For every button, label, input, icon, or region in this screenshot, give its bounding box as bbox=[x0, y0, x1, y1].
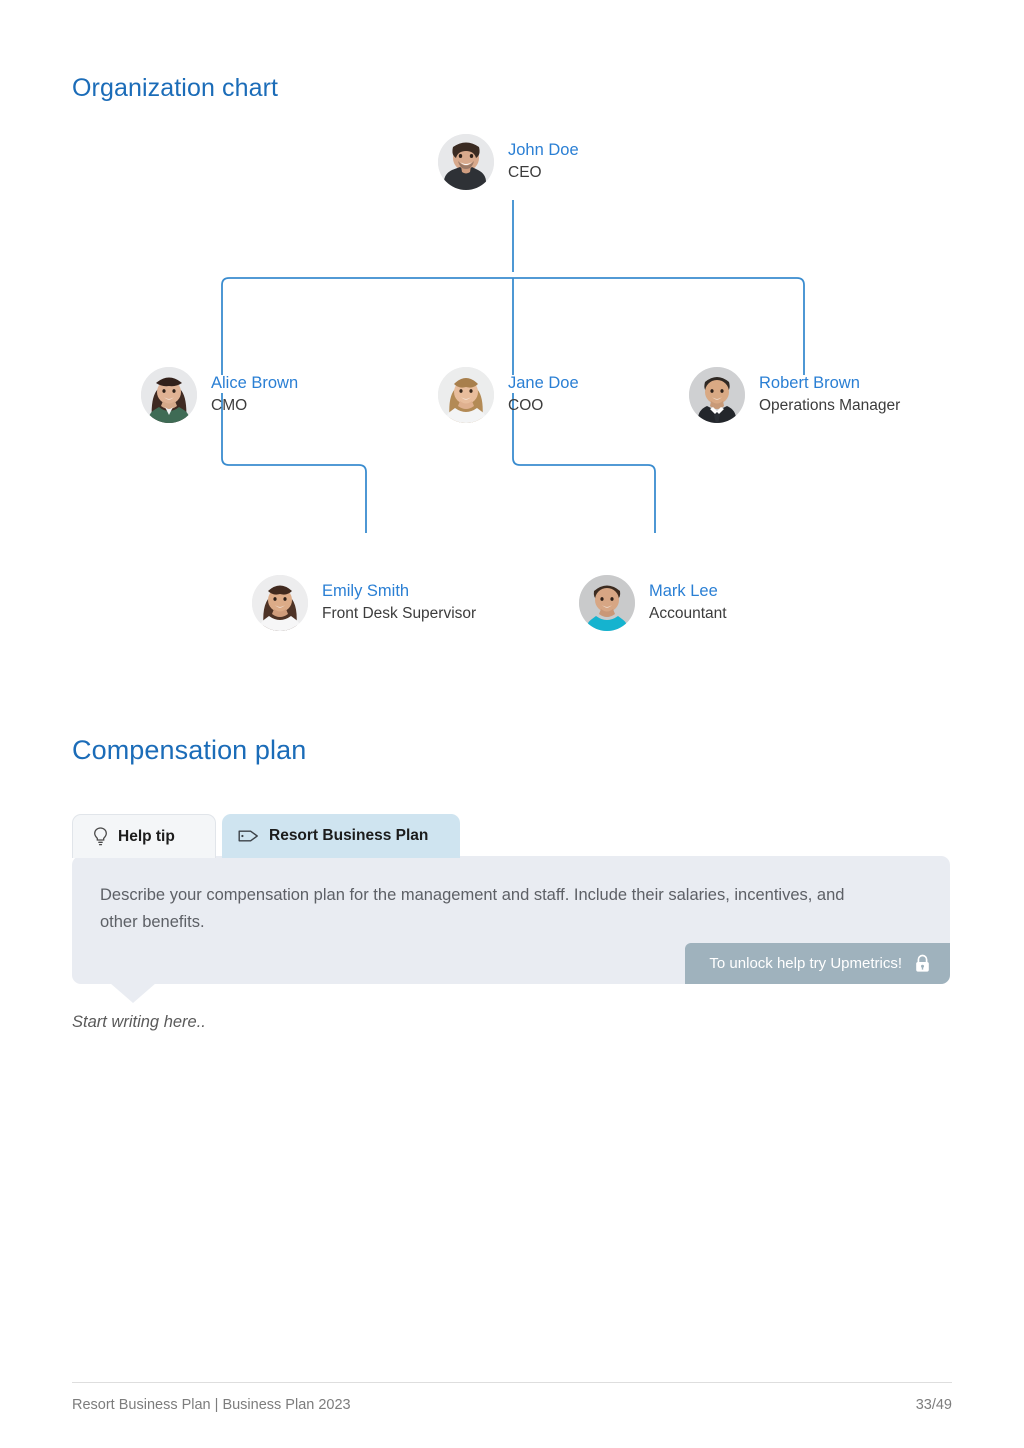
help-tip-body: Describe your compensation plan for the … bbox=[72, 856, 950, 1003]
help-tip-tail bbox=[110, 983, 156, 1003]
footer-document-title: Resort Business Plan | Business Plan 202… bbox=[72, 1397, 351, 1413]
tab-help-tip[interactable]: Help tip bbox=[72, 814, 216, 858]
org-node-text: John Doe CEO bbox=[508, 141, 579, 183]
lightbulb-icon bbox=[93, 827, 108, 846]
tab-label: Help tip bbox=[118, 827, 175, 845]
page-title-organization-chart: Organization chart bbox=[72, 74, 279, 102]
help-tip-widget: Help tip Resort Business Plan Describe y… bbox=[72, 812, 950, 1003]
org-node-name: John Doe bbox=[508, 141, 579, 160]
org-node-text: Robert Brown Operations Manager bbox=[759, 374, 900, 416]
edge-ceo-bus bbox=[221, 277, 805, 375]
org-node-role: Operations Manager bbox=[759, 396, 901, 414]
help-tip-text: Describe your compensation plan for the … bbox=[100, 886, 845, 932]
tab-resort-business-plan[interactable]: Resort Business Plan bbox=[222, 814, 460, 858]
org-node-text: Mark Lee Accountant bbox=[649, 582, 727, 624]
avatar-jane-doe bbox=[438, 367, 494, 423]
org-node-text: Jane Doe COO bbox=[508, 374, 579, 416]
org-node-name: Emily Smith bbox=[322, 582, 410, 601]
tab-label: Resort Business Plan bbox=[269, 827, 429, 844]
organization-chart: John Doe CEO Alice Brown CMO Jane Doe CO… bbox=[0, 110, 1024, 655]
org-node-text: Alice Brown CMO bbox=[211, 374, 298, 416]
page-footer: Resort Business Plan | Business Plan 202… bbox=[72, 1382, 952, 1413]
tag-icon bbox=[238, 828, 259, 844]
document-page: Organization chart John Doe CEO Alice Br… bbox=[0, 0, 1024, 1448]
org-node-role: CEO bbox=[508, 163, 542, 181]
lock-icon bbox=[914, 954, 931, 973]
avatar-emily-smith bbox=[252, 575, 308, 631]
start-writing-placeholder[interactable]: Start writing here.. bbox=[72, 1013, 206, 1032]
avatar-mark-lee bbox=[579, 575, 635, 631]
org-node-role: COO bbox=[508, 396, 544, 414]
page-title-compensation-plan: Compensation plan bbox=[72, 735, 307, 765]
avatar-robert-brown bbox=[689, 367, 745, 423]
org-node-text: Emily Smith Front Desk Supervisor bbox=[322, 582, 476, 624]
org-node-name: Alice Brown bbox=[211, 374, 299, 393]
avatar-john-doe bbox=[438, 134, 494, 190]
org-node-coo[interactable]: Jane Doe COO bbox=[438, 367, 579, 423]
org-node-ceo[interactable]: John Doe CEO bbox=[438, 134, 579, 190]
avatar-alice-brown bbox=[141, 367, 197, 423]
org-node-name: Jane Doe bbox=[508, 374, 579, 393]
org-node-name: Mark Lee bbox=[649, 582, 718, 601]
help-tip-tab-row: Help tip Resort Business Plan bbox=[72, 812, 950, 858]
org-node-name: Robert Brown bbox=[759, 374, 860, 393]
unlock-help-label: To unlock help try Upmetrics! bbox=[709, 955, 902, 972]
footer-page-number: 33/49 bbox=[915, 1397, 952, 1413]
org-node-operations-manager[interactable]: Robert Brown Operations Manager bbox=[689, 367, 900, 423]
org-node-front-desk-supervisor[interactable]: Emily Smith Front Desk Supervisor bbox=[252, 575, 476, 631]
unlock-help-badge[interactable]: To unlock help try Upmetrics! bbox=[685, 943, 950, 984]
org-node-role: Accountant bbox=[649, 604, 727, 622]
org-node-role: Front Desk Supervisor bbox=[322, 604, 477, 622]
org-node-accountant[interactable]: Mark Lee Accountant bbox=[579, 575, 727, 631]
org-node-role: CMO bbox=[211, 396, 248, 414]
org-node-cmo[interactable]: Alice Brown CMO bbox=[141, 367, 298, 423]
